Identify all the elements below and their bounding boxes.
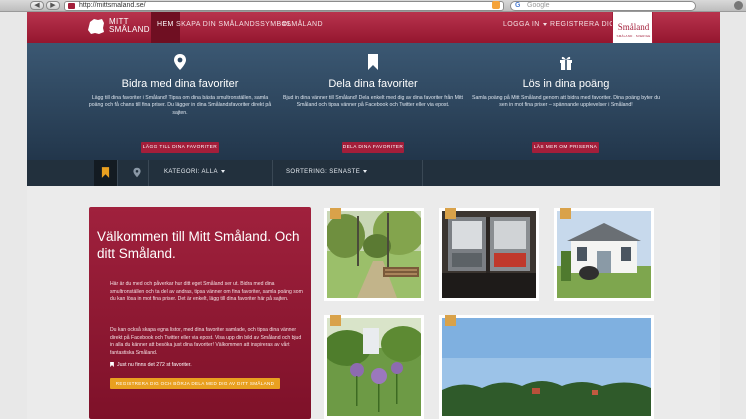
logo-line2: SMÅLAND [109, 25, 150, 34]
white-villa-image [557, 211, 651, 298]
login-button[interactable]: LOGGA IN [503, 12, 547, 43]
garden-image [327, 318, 421, 416]
category-dropdown[interactable]: KATEGORI: ALLA [164, 160, 225, 184]
login-label: LOGGA IN [503, 21, 540, 28]
map-pin-filter-icon[interactable] [133, 167, 141, 178]
info-title: Lös in dina poäng [522, 78, 610, 90]
favorite-card[interactable] [321, 312, 427, 419]
search-input[interactable]: G Google [510, 1, 696, 11]
map-pin-icon [174, 54, 186, 70]
bookmark-filter-button[interactable] [94, 160, 117, 186]
info-band: Bidra med dina favoriter Lägg till dina … [27, 43, 720, 160]
favorite-photo[interactable] [327, 211, 421, 298]
read-prizes-button[interactable]: LÄS MER OM PRISERNA [532, 142, 599, 153]
favorite-card[interactable] [436, 205, 542, 304]
favorites-count: Just nu finns det 272 st favoriter. [110, 362, 192, 368]
forest-path-image [327, 211, 421, 298]
filter-bar: KATEGORI: ALLA SORTERING: SENASTE [27, 160, 720, 186]
page: MITT SMÅLAND HEM SKAPA DIN SMÅLANDSSYMBO… [27, 12, 720, 419]
stop-icon[interactable] [734, 1, 743, 10]
smaland-brand-logo[interactable]: Småland SMÅLAND · SVERIGE [612, 12, 653, 45]
bookmark-icon [110, 362, 114, 368]
nav-item-create-symbol[interactable]: SKAPA DIN SMÅLANDSSYMBOL [176, 12, 292, 43]
info-title: Bidra med dina favoriter [121, 78, 239, 90]
sort-dropdown[interactable]: SORTERING: SENASTE [286, 160, 368, 184]
top-navigation: MITT SMÅLAND HEM SKAPA DIN SMÅLANDSSYMBO… [27, 12, 720, 45]
rss-icon[interactable] [492, 1, 500, 9]
browser-toolbar: ◀ ▶ http://mittsmaland.se/ G Google [0, 0, 746, 12]
welcome-card: Välkommen till Mitt Småland. Och ditt Sm… [89, 207, 311, 419]
register-share-button[interactable]: REGISTRERA DIG OCH BÖRJA DELA MED DIG AV… [110, 378, 280, 389]
leaf-icon [445, 208, 456, 219]
favorite-photo[interactable] [442, 318, 651, 416]
favorites-count-text: Just nu finns det 272 st favoriter. [117, 362, 192, 368]
favorite-photo[interactable] [327, 318, 421, 416]
divider [117, 160, 118, 186]
welcome-paragraph-2: Du kan också skapa egna listor, med dina… [110, 327, 302, 356]
share-favorites-button[interactable]: DELA DINA FAVORITER [342, 142, 404, 153]
favorite-card[interactable] [436, 312, 657, 419]
favorite-card[interactable] [551, 205, 657, 304]
search-placeholder: Google [527, 2, 550, 9]
nav-item-hashtag[interactable]: #SMÅLAND [282, 12, 323, 43]
window-sign-image [442, 211, 536, 298]
brand-tagline: SMÅLAND · SVERIGE [616, 34, 651, 38]
favorite-photo[interactable] [442, 211, 536, 298]
site-logo[interactable]: MITT SMÅLAND [109, 18, 150, 34]
divider [148, 160, 149, 186]
info-text: Bjud in dina vänner till Småland! Dela e… [283, 95, 463, 109]
welcome-title: Välkommen till Mitt Småland. Och ditt Sm… [97, 229, 300, 261]
favicon-icon [68, 3, 75, 9]
favorite-photo[interactable] [557, 211, 651, 298]
address-bar[interactable]: http://mittsmaland.se/ [64, 1, 504, 11]
google-search-icon: G [515, 2, 521, 9]
brand-name: Småland [617, 22, 650, 32]
smaland-map-icon[interactable] [87, 18, 105, 35]
gift-icon [560, 56, 572, 70]
url-text: http://mittsmaland.se/ [79, 2, 146, 9]
bookmark-icon [101, 167, 110, 178]
category-label: KATEGORI: ALLA [164, 169, 218, 175]
info-text: Lägg till dina favoriter i Småland! Tips… [88, 95, 272, 116]
favorite-card[interactable] [321, 205, 427, 304]
chevron-down-icon [220, 169, 225, 173]
lake-landscape-image [442, 318, 651, 416]
welcome-paragraph-1: Här är du med och påverkar hur ditt eget… [110, 281, 303, 303]
divider [272, 160, 273, 186]
add-favorites-button[interactable]: LÄGG TILL DINA FAVORITER [141, 142, 219, 153]
back-button[interactable]: ◀ [30, 1, 44, 10]
bookmark-icon [368, 54, 378, 70]
leaf-icon [330, 315, 341, 326]
leaf-icon [330, 208, 341, 219]
fork-knife-icon [560, 208, 571, 219]
sort-label: SORTERING: SENASTE [286, 169, 361, 175]
divider [422, 160, 423, 186]
chevron-down-icon [363, 169, 368, 173]
register-button[interactable]: REGISTRERA DIG [550, 12, 615, 43]
info-text: Samla poäng på Mitt Småland genom att bi… [471, 95, 660, 109]
forward-button[interactable]: ▶ [46, 1, 60, 10]
camera-icon [445, 315, 456, 326]
info-title: Dela dina favoriter [328, 78, 418, 90]
chevron-down-icon [542, 22, 547, 26]
